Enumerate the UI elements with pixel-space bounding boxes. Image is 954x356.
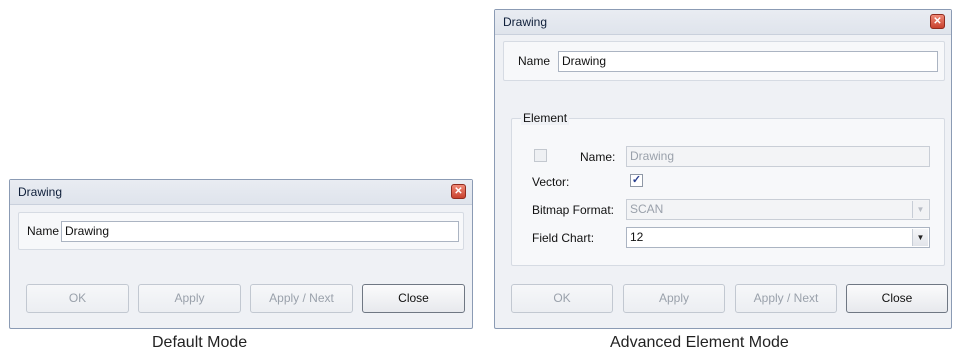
close-icon[interactable]: ✕ xyxy=(451,184,466,199)
name-input[interactable]: Drawing xyxy=(558,51,938,72)
name-input[interactable]: Drawing xyxy=(61,221,459,242)
advanced-mode-dialog: Drawing ✕ Name Drawing Element Name: Dra… xyxy=(494,9,952,329)
ok-button[interactable]: OK xyxy=(26,284,129,313)
apply-next-button[interactable]: Apply / Next xyxy=(735,284,837,313)
apply-button[interactable]: Apply xyxy=(623,284,725,313)
default-mode-caption: Default Mode xyxy=(152,334,248,351)
default-mode-dialog: Drawing ✕ Name Drawing OK Apply Apply / … xyxy=(9,179,473,329)
field-chart-value: 12 xyxy=(630,230,644,244)
vector-label: Vector: xyxy=(532,175,570,189)
close-button[interactable]: Close xyxy=(362,284,465,313)
bitmap-format-label: Bitmap Format: xyxy=(532,203,615,217)
bitmap-format-value: SCAN xyxy=(630,202,664,216)
vector-checkbox[interactable]: ✓ xyxy=(630,174,643,187)
chevron-down-icon[interactable]: ▼ xyxy=(912,201,928,218)
close-icon[interactable]: ✕ xyxy=(930,14,945,29)
bitmap-format-select[interactable]: SCAN ▼ xyxy=(626,199,930,220)
advanced-mode-caption: Advanced Element Mode xyxy=(610,334,789,351)
apply-next-button[interactable]: Apply / Next xyxy=(250,284,353,313)
dialog-title: Drawing xyxy=(503,15,548,29)
name-label: Name xyxy=(27,224,60,238)
element-group-label: Element xyxy=(521,111,570,125)
ok-button[interactable]: OK xyxy=(511,284,613,313)
field-chart-select[interactable]: 12 ▼ xyxy=(626,227,930,248)
element-name-input[interactable]: Drawing xyxy=(626,146,930,167)
dialog-title: Drawing xyxy=(18,185,63,199)
checkmark-icon: ✓ xyxy=(631,174,642,186)
name-group: Name Drawing xyxy=(503,41,945,81)
dialog-titlebar[interactable]: Drawing ✕ xyxy=(495,10,951,35)
name-group: Name Drawing xyxy=(18,212,464,250)
element-name-label: Name: xyxy=(580,150,616,164)
element-group: Name: Drawing Vector: ✓ Bitmap Format: S… xyxy=(511,118,945,266)
element-name-checkbox[interactable] xyxy=(534,149,547,162)
apply-button[interactable]: Apply xyxy=(138,284,241,313)
dialog-titlebar[interactable]: Drawing ✕ xyxy=(10,180,472,205)
chevron-down-icon[interactable]: ▼ xyxy=(912,229,928,246)
name-label: Name xyxy=(518,54,551,68)
field-chart-label: Field Chart: xyxy=(532,231,595,245)
close-button[interactable]: Close xyxy=(846,284,948,313)
